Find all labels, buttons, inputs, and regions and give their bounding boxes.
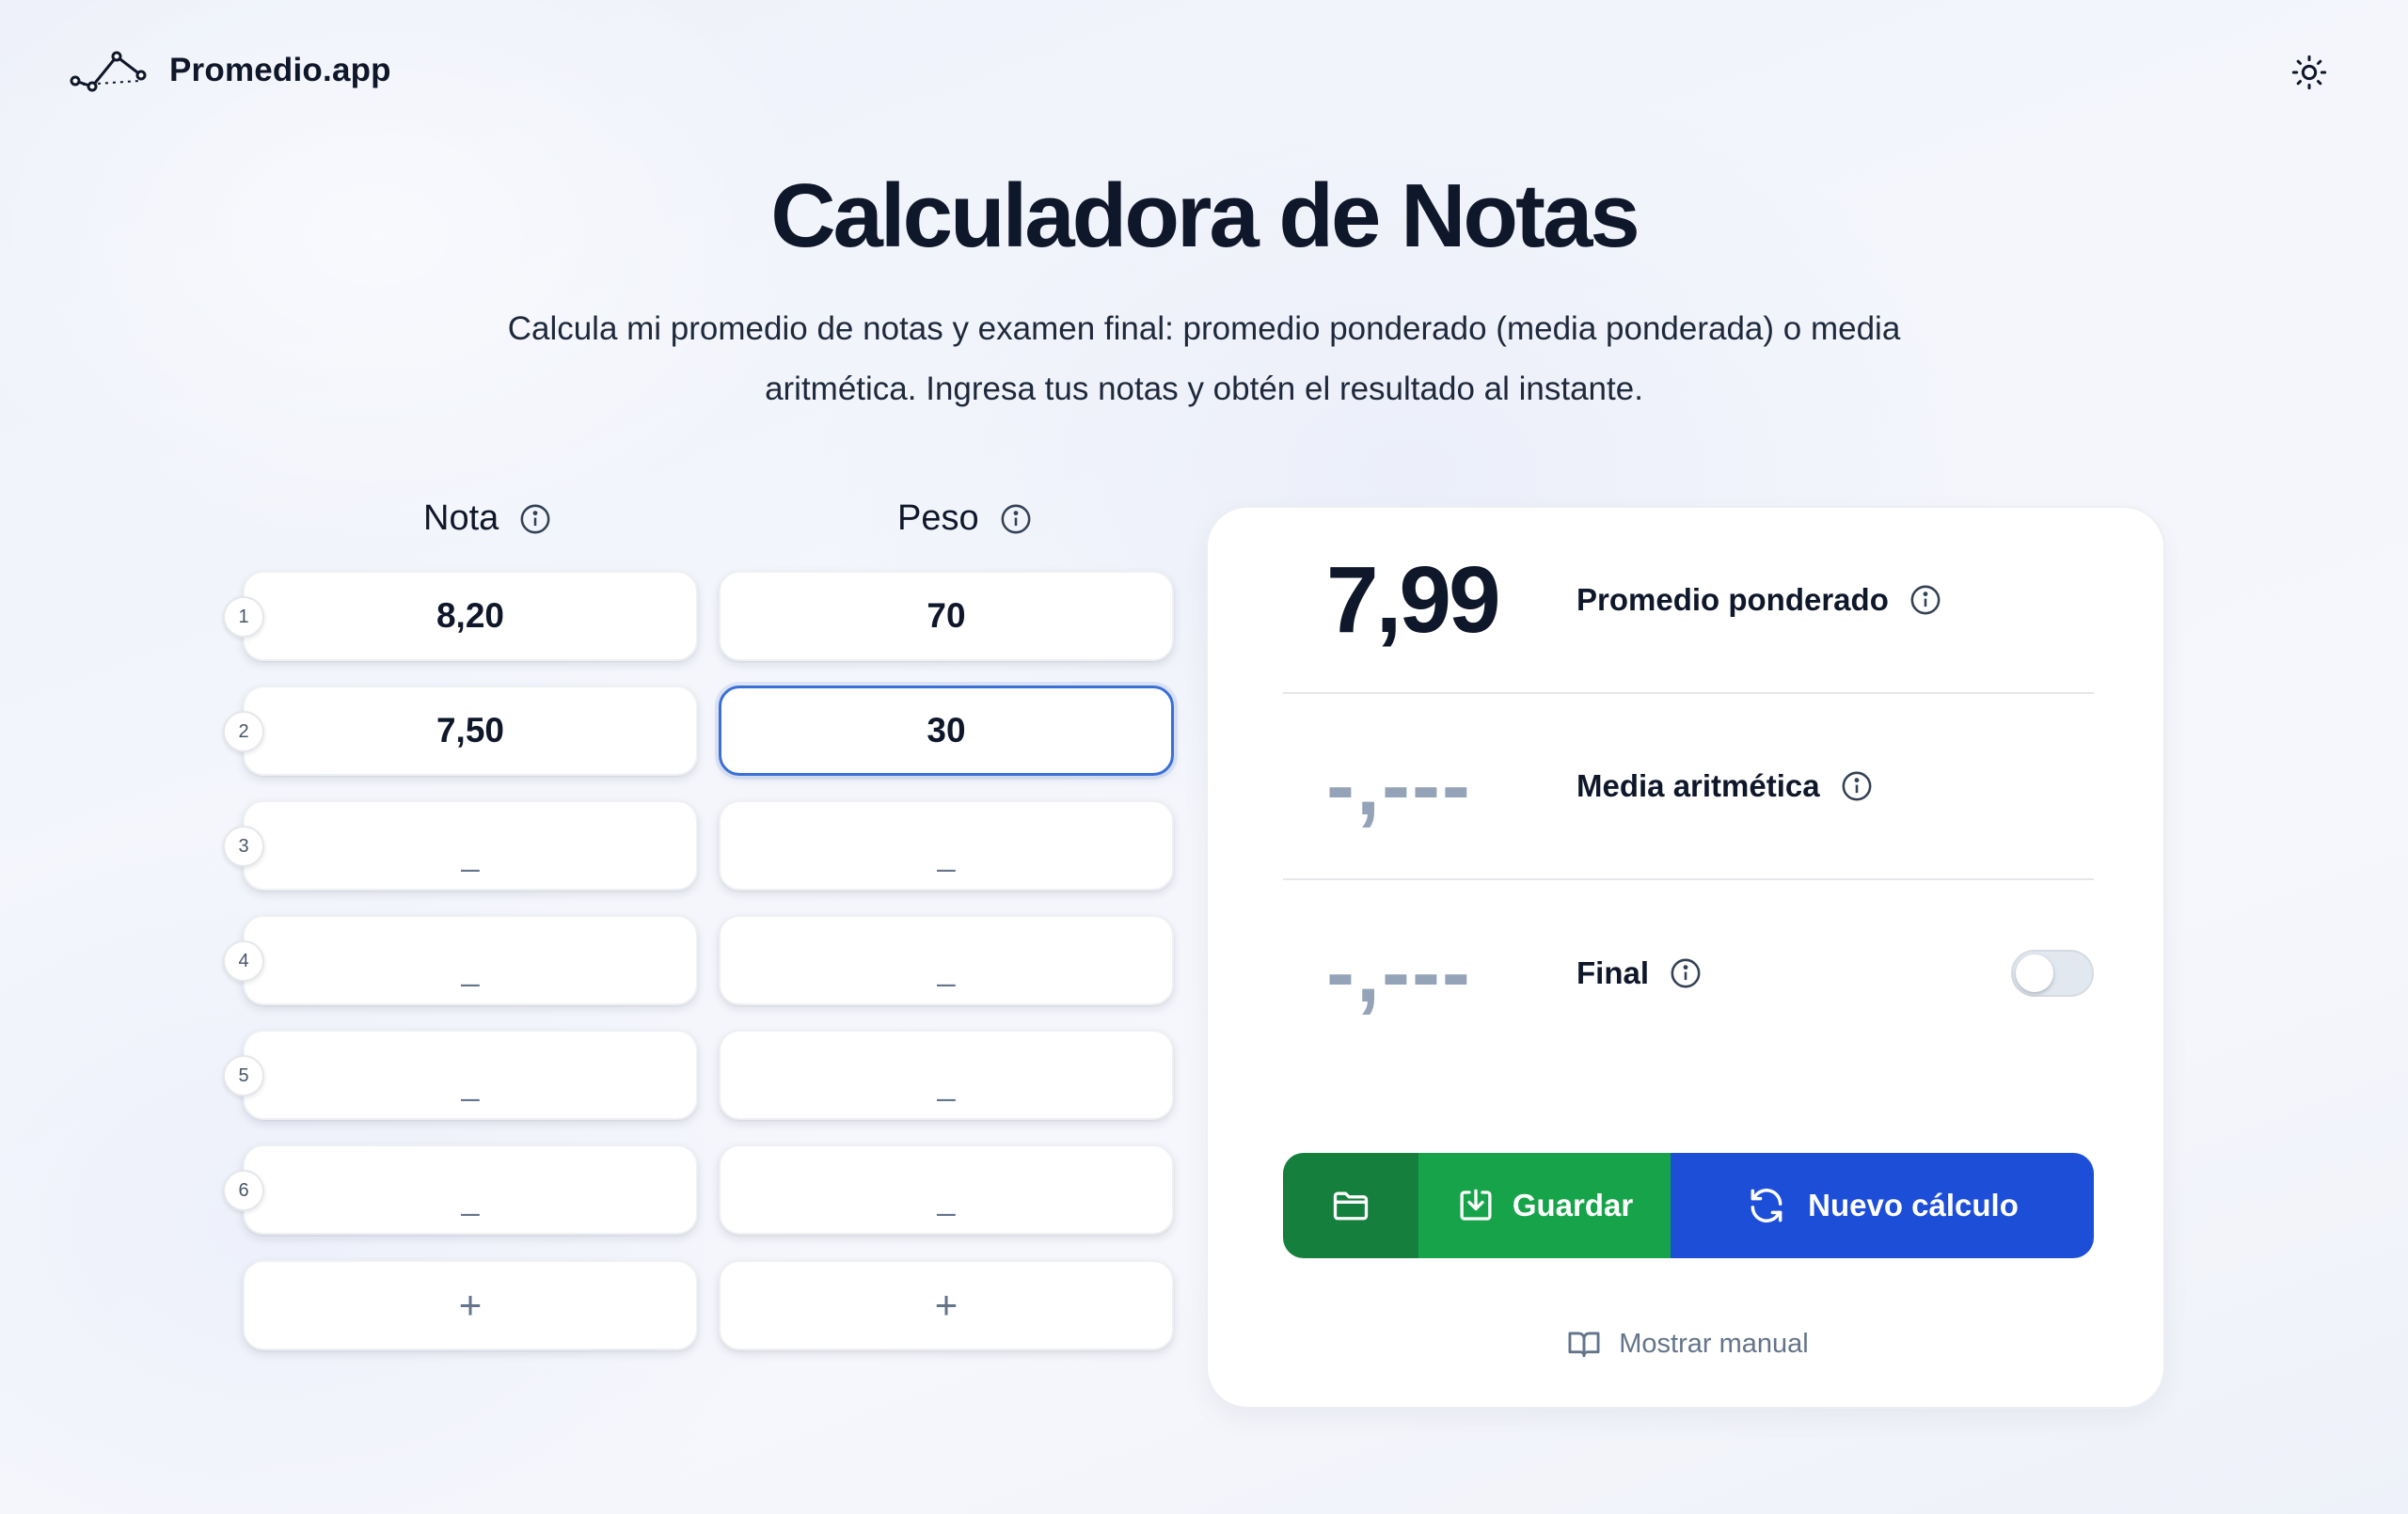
weight-placeholder: _	[937, 1180, 956, 1217]
toggle-knob	[2016, 954, 2053, 992]
add-grade-row-button[interactable]: +	[243, 1260, 698, 1350]
grade-placeholder: _	[461, 1180, 480, 1217]
weighted-average-value: 7,99	[1326, 546, 1501, 653]
weight-value: 70	[927, 596, 966, 635]
info-icon[interactable]	[1670, 957, 1702, 989]
row-number: 6	[223, 1170, 264, 1211]
info-icon[interactable]	[519, 503, 551, 535]
refresh-icon	[1751, 1189, 1782, 1222]
save-button[interactable]: Guardar	[1418, 1153, 1671, 1258]
arithmetic-mean-value: -,---	[1326, 738, 1472, 833]
chart-line-logo-icon	[70, 51, 147, 92]
book-icon	[1568, 1332, 1600, 1358]
final-exam-label: Final	[1541, 955, 1702, 991]
info-icon[interactable]	[1909, 584, 1941, 616]
grade-value: 8,20	[436, 596, 504, 635]
grade-value: 7,50	[436, 711, 504, 749]
show-manual-link[interactable]: Mostrar manual	[1208, 1326, 2167, 1362]
final-exam-value: -,---	[1326, 925, 1472, 1020]
grade-input-2[interactable]: 7,50	[243, 686, 698, 776]
weight-input-2[interactable]: 30	[719, 686, 1174, 776]
row-number: 1	[223, 596, 264, 638]
folder-icon	[1333, 1191, 1369, 1221]
results-panel: 7,99 Promedio ponderado -,--- Media arit…	[1206, 506, 2165, 1409]
grade-header-label: Nota	[423, 498, 499, 538]
page-subtitle: Calcula mi promedio de notas y examen fi…	[452, 299, 1956, 419]
sun-icon	[2291, 55, 2327, 90]
weight-placeholder: _	[937, 951, 956, 987]
final-exam-toggle[interactable]	[2011, 950, 2094, 997]
logo[interactable]: Promedio.app	[70, 49, 391, 92]
arithmetic-mean-row: -,--- Media aritmética	[1283, 694, 2094, 880]
grade-column-header: Nota	[423, 498, 551, 539]
grade-input-5[interactable]: _	[243, 1030, 698, 1120]
action-buttons: Guardar Nuevo cálculo	[1283, 1153, 2094, 1258]
subtitle-line-1: Calcula mi promedio de notas y examen fi…	[507, 310, 1901, 347]
weight-header-label: Peso	[897, 498, 979, 538]
download-box-icon	[1460, 1189, 1492, 1221]
save-label: Guardar	[1512, 1188, 1634, 1222]
row-number: 4	[223, 940, 264, 982]
row-number: 2	[223, 711, 264, 752]
new-calculation-label: Nuevo cálculo	[1808, 1188, 2019, 1222]
add-label: +	[934, 1283, 958, 1327]
grade-placeholder: _	[461, 836, 480, 873]
weight-column-header: Peso	[897, 498, 1032, 539]
row-number: 3	[223, 826, 264, 867]
theme-toggle-button[interactable]	[2284, 47, 2335, 98]
row-number: 5	[223, 1055, 264, 1096]
weight-input-1[interactable]: 70	[719, 571, 1174, 661]
grade-placeholder: _	[461, 1065, 480, 1102]
add-weight-row-button[interactable]: +	[719, 1260, 1174, 1350]
new-calculation-button[interactable]: Nuevo cálculo	[1671, 1153, 2094, 1258]
final-exam-label-text: Final	[1576, 955, 1650, 990]
info-icon[interactable]	[1000, 503, 1032, 535]
arithmetic-mean-label-text: Media aritmética	[1576, 768, 1820, 803]
grade-input-3[interactable]: _	[243, 800, 698, 891]
add-label: +	[458, 1283, 483, 1327]
show-manual-label: Mostrar manual	[1619, 1328, 1809, 1359]
weight-placeholder: _	[937, 1065, 956, 1102]
weight-input-6[interactable]: _	[719, 1144, 1174, 1235]
header: Promedio.app	[0, 0, 2408, 143]
open-saved-button[interactable]	[1283, 1153, 1418, 1258]
page-title: Calculadora de Notas	[770, 166, 1640, 266]
arithmetic-mean-label: Media aritmética	[1541, 768, 1873, 804]
grade-input-4[interactable]: _	[243, 915, 698, 1005]
weight-input-3[interactable]: _	[719, 800, 1174, 891]
subtitle-line-2: aritmética. Ingresa tus notas y obtén el…	[765, 371, 1643, 407]
final-exam-row: -,--- Final	[1283, 880, 2094, 1066]
weight-value: 30	[927, 711, 966, 749]
grade-input-1[interactable]: 8,20	[243, 571, 698, 661]
weight-input-5[interactable]: _	[719, 1030, 1174, 1120]
info-icon[interactable]	[1841, 770, 1873, 802]
weight-input-4[interactable]: _	[719, 915, 1174, 1005]
weight-placeholder: _	[937, 836, 956, 873]
grade-input-6[interactable]: _	[243, 1144, 698, 1235]
weighted-average-label-text: Promedio ponderado	[1576, 582, 1889, 617]
weighted-average-row: 7,99 Promedio ponderado	[1283, 508, 2094, 694]
grade-placeholder: _	[461, 951, 480, 987]
weighted-average-label: Promedio ponderado	[1541, 582, 1941, 618]
app-name: Promedio.app	[169, 52, 391, 88]
